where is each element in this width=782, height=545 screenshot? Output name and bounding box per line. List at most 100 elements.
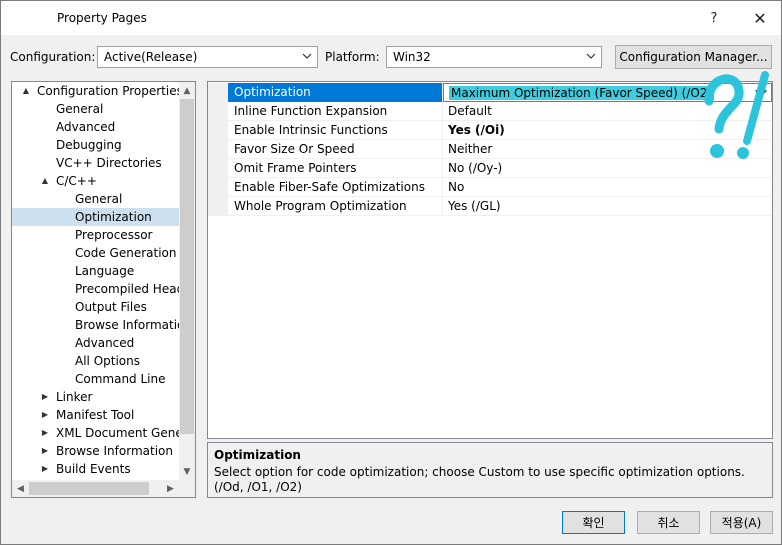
property-value-text: Neither	[448, 142, 493, 156]
property-row[interactable]: Enable Fiber-Safe Optimizations No	[208, 178, 772, 197]
tree-item-label: Preprocessor	[75, 228, 153, 242]
property-row[interactable]: Enable Intrinsic Functions Yes (/Oi)	[208, 121, 772, 140]
property-name: Omit Frame Pointers	[228, 159, 443, 178]
tree-items: ▲ Configuration Properties General Advanced…	[12, 82, 179, 480]
tree-item[interactable]: Advanced	[12, 118, 179, 136]
property-value-text: Yes (/Oi)	[448, 123, 505, 137]
tree-item[interactable]: Advanced	[12, 334, 179, 352]
collapse-icon[interactable]: ▲	[40, 172, 50, 190]
property-value-text: No (/Oy-)	[448, 161, 503, 175]
row-gutter	[208, 121, 228, 140]
tree-item-label: Build Events	[56, 462, 131, 476]
tree-item-label: XML Document Generator	[56, 426, 179, 440]
expand-icon[interactable]: ▶	[40, 442, 50, 460]
scroll-right-icon[interactable]: ▶	[162, 480, 179, 497]
configuration-combo[interactable]: Active(Release)	[97, 46, 318, 68]
ok-button[interactable]: 확인	[562, 511, 625, 534]
tree-item-label: Output Files	[75, 300, 147, 314]
expand-icon[interactable]: ▶	[40, 460, 50, 478]
tree-item-label: Configuration Properties	[37, 84, 179, 98]
tree-item-label: Advanced	[75, 336, 135, 350]
property-value[interactable]: No	[443, 178, 772, 197]
tree-item[interactable]: ▶ Build Events	[12, 460, 179, 478]
tree-item[interactable]: Output Files	[12, 298, 179, 316]
help-button[interactable]: ?	[691, 1, 737, 35]
tree-item[interactable]: ▶ Manifest Tool	[12, 406, 179, 424]
tree-item-label: Advanced	[56, 120, 116, 134]
configuration-value: Active(Release)	[104, 50, 198, 64]
tree-horizontal-scrollbar[interactable]: ◀ ▶	[12, 480, 179, 497]
tree-item-label: VC++ Directories	[56, 156, 162, 170]
scroll-thumb[interactable]	[180, 99, 194, 434]
tree-item[interactable]: ▲ C/C++	[12, 172, 179, 190]
help-icon: ?	[710, 10, 718, 26]
tree-item-label: Browse Information	[56, 444, 173, 458]
title-bar: Property Pages ? ✕	[1, 1, 781, 35]
row-gutter	[208, 140, 228, 159]
tree-item[interactable]: Preprocessor	[12, 226, 179, 244]
apply-button[interactable]: 적용(A)	[710, 511, 773, 534]
tree-item[interactable]: All Options	[12, 352, 179, 370]
property-grid: Optimization Maximum Optimization (Favor …	[207, 81, 773, 439]
property-row[interactable]: Whole Program Optimization Yes (/GL)	[208, 197, 772, 216]
tree-item[interactable]: VC++ Directories	[12, 154, 179, 172]
tree-item[interactable]: General	[12, 100, 179, 118]
property-row[interactable]: Omit Frame Pointers No (/Oy-)	[208, 159, 772, 178]
configuration-label: Configuration:	[10, 50, 96, 64]
tree-item[interactable]: ▶ Browse Information	[12, 442, 179, 460]
platform-label: Platform:	[325, 50, 380, 64]
chevron-down-icon	[586, 53, 596, 59]
scroll-thumb[interactable]	[29, 482, 149, 495]
chevron-down-icon	[302, 53, 312, 59]
tree-item[interactable]: General	[12, 190, 179, 208]
tree-item-label: Manifest Tool	[56, 408, 135, 422]
tree-item-label: C/C++	[56, 174, 97, 188]
property-name: Whole Program Optimization	[228, 197, 443, 216]
tree-item[interactable]: Language	[12, 262, 179, 280]
collapse-icon[interactable]: ▲	[21, 82, 31, 100]
scroll-up-icon[interactable]: ▲	[179, 82, 195, 99]
property-row[interactable]: Inline Function Expansion Default	[208, 102, 772, 121]
tree-item[interactable]: Debugging	[12, 136, 179, 154]
expand-icon[interactable]: ▶	[40, 406, 50, 424]
description-title: Optimization	[214, 448, 301, 462]
row-gutter	[208, 159, 228, 178]
tree-item[interactable]: Command Line	[12, 370, 179, 388]
tree-item[interactable]: ▲ Configuration Properties	[12, 82, 179, 100]
tree-item[interactable]: Code Generation	[12, 244, 179, 262]
tree-item[interactable]: Optimization	[12, 208, 179, 226]
tree-item-label: Debugging	[56, 138, 122, 152]
property-name: Optimization	[228, 83, 443, 102]
scrollbar-corner	[179, 480, 195, 497]
scroll-left-icon[interactable]: ◀	[12, 480, 29, 497]
scroll-down-icon[interactable]: ▼	[179, 463, 195, 480]
expand-icon[interactable]: ▶	[40, 424, 50, 442]
tree-item-label: Optimization	[75, 210, 152, 224]
property-row[interactable]: Optimization Maximum Optimization (Favor …	[208, 83, 772, 102]
property-name: Favor Size Or Speed	[228, 140, 443, 159]
property-row[interactable]: Favor Size Or Speed Neither	[208, 140, 772, 159]
close-button[interactable]: ✕	[737, 1, 782, 35]
tree-item[interactable]: Precompiled Headers	[12, 280, 179, 298]
tree-item-label: General	[75, 192, 123, 206]
expand-icon[interactable]: ▶	[40, 388, 50, 406]
platform-combo[interactable]: Win32	[386, 46, 602, 68]
property-pages-window: Property Pages ? ✕ Configuration: Active…	[0, 0, 782, 545]
question-mark-annotation-icon	[704, 71, 769, 159]
tree-item[interactable]: ▶ Linker	[12, 388, 179, 406]
tree-item-label: Code Generation	[75, 246, 177, 260]
tree-vertical-scrollbar[interactable]: ▲ ▼	[179, 82, 195, 480]
configuration-manager-button[interactable]: Configuration Manager...	[615, 45, 772, 69]
property-value-text: No	[448, 180, 465, 194]
row-gutter	[208, 178, 228, 197]
description-panel: Optimization Select option for code opti…	[207, 442, 773, 498]
row-gutter	[208, 102, 228, 121]
window-title: Property Pages	[57, 11, 147, 25]
cancel-button[interactable]: 취소	[637, 511, 700, 534]
tree-item[interactable]: ▶ XML Document Generator	[12, 424, 179, 442]
tree-item[interactable]: Browse Information	[12, 316, 179, 334]
property-value[interactable]: Yes (/GL)	[443, 197, 772, 216]
property-tree: ▲ Configuration Properties General Advanced…	[11, 81, 196, 498]
close-icon: ✕	[753, 8, 767, 28]
tree-item-label: Language	[75, 264, 135, 278]
